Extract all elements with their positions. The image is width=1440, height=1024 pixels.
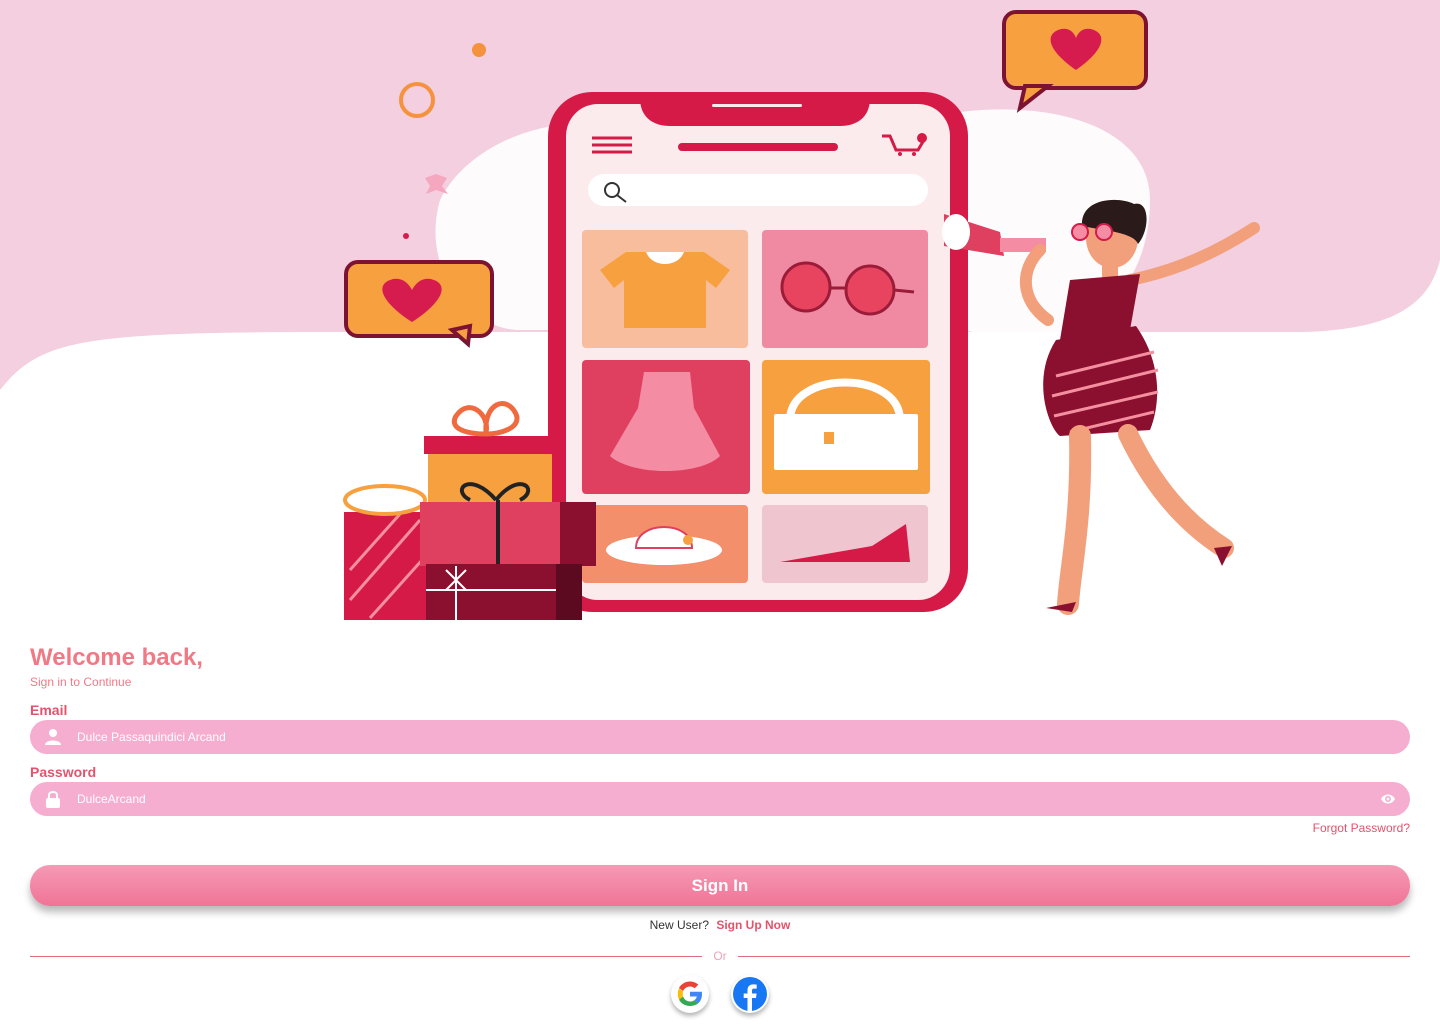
heart-bubble-icon — [344, 260, 494, 349]
facebook-login-button[interactable] — [731, 975, 769, 1013]
password-label: Password — [30, 764, 97, 780]
sign-in-button[interactable]: Sign In — [30, 865, 1410, 906]
user-icon — [45, 729, 61, 745]
eye-icon[interactable] — [1380, 792, 1396, 806]
lock-icon — [46, 791, 60, 808]
divider-line-right — [738, 956, 1410, 957]
google-login-button[interactable] — [671, 975, 709, 1013]
email-field[interactable]: Dulce Passaquindici Arcand — [30, 720, 1410, 754]
new-user-row: New User? Sign Up Now — [30, 918, 1410, 932]
password-value: DulceArcand — [77, 792, 146, 806]
email-label: Email — [30, 702, 68, 718]
page-title: Welcome back, — [30, 644, 203, 671]
new-user-text: New User? — [649, 918, 709, 932]
password-field[interactable]: DulceArcand — [30, 782, 1410, 816]
forgot-password-link[interactable]: Forgot Password? — [1313, 821, 1410, 835]
email-value: Dulce Passaquindici Arcand — [77, 730, 226, 744]
google-icon — [677, 981, 702, 1006]
hero-illustration — [0, 0, 1440, 640]
sign-up-link[interactable]: Sign Up Now — [716, 918, 790, 932]
facebook-icon — [733, 977, 767, 1011]
page-subtitle: Sign in to Continue — [30, 675, 132, 689]
